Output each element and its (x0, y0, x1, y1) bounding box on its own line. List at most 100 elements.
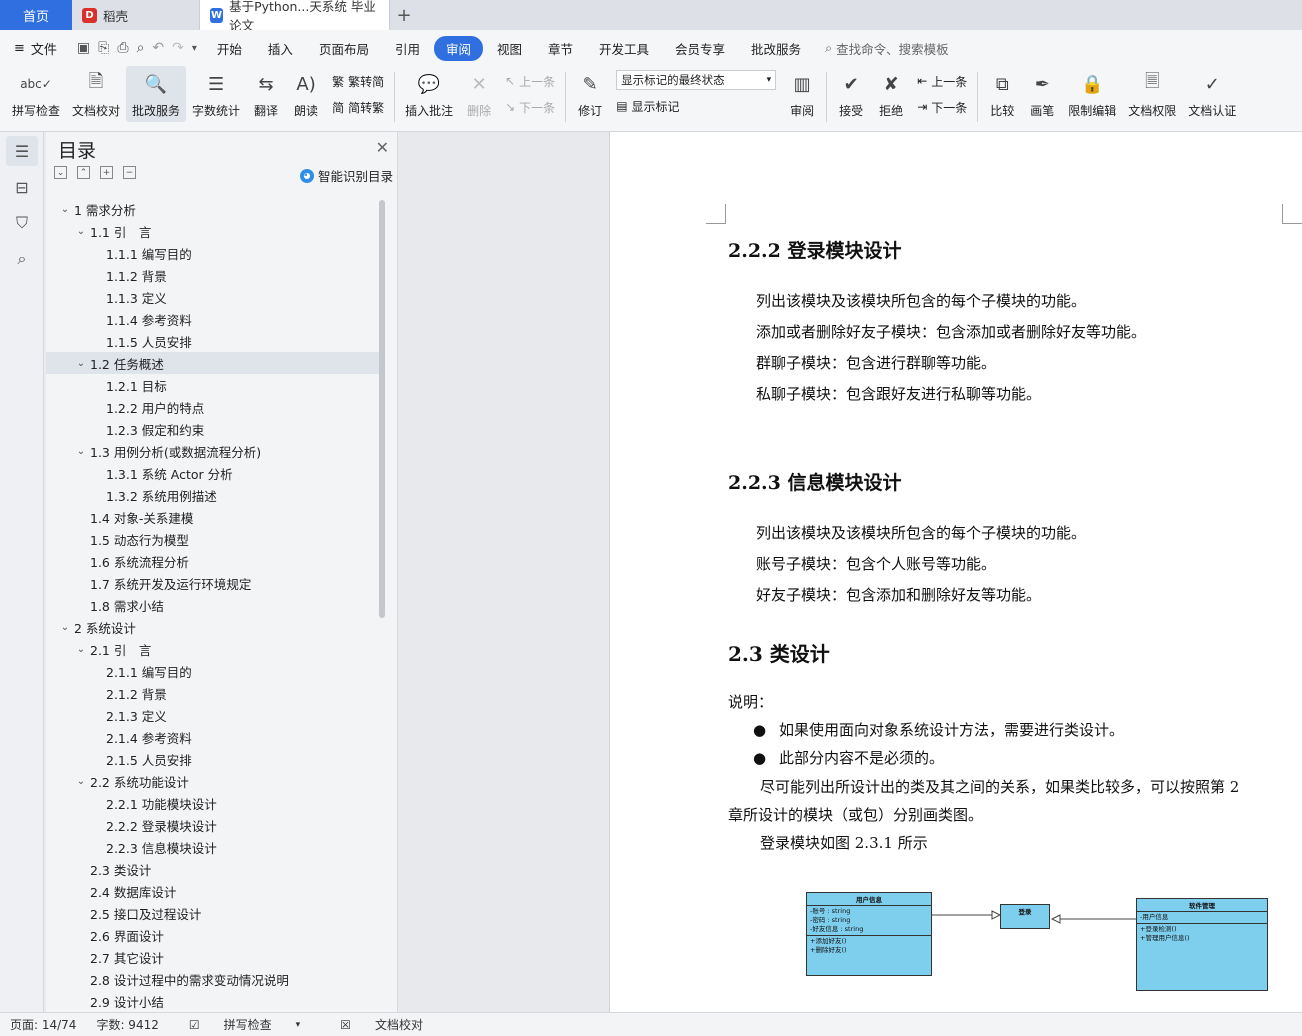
expand-level-icon[interactable]: ⌃ (77, 166, 90, 179)
toc-item[interactable]: 2.5 接口及过程设计 (46, 902, 382, 924)
toc-panel-icon[interactable]: ☰ (6, 136, 38, 166)
tab-chapter[interactable]: 章节 (536, 36, 585, 61)
chevron-down-icon[interactable]: ⌄ (58, 622, 72, 633)
read-aloud-button[interactable]: A) 朗读 (286, 66, 326, 122)
bookmark-icon[interactable]: ⛉ (6, 208, 38, 238)
smart-toc-button[interactable]: ◕ 智能识别目录 (299, 166, 393, 185)
tab-view[interactable]: 视图 (485, 36, 534, 61)
simp-to-trad-button[interactable]: 简 简转繁 (332, 95, 384, 119)
next-comment-button[interactable]: ↘ 下一条 (505, 95, 555, 119)
toc-item[interactable]: 1.1.4 参考资料 (46, 308, 382, 330)
page-indicator[interactable]: 页面: 14/74 (0, 1016, 86, 1033)
toc-item[interactable]: 1.1.2 背景 (46, 264, 382, 286)
toc-item[interactable]: 2.1.5 人员安排 (46, 748, 382, 770)
toc-item[interactable]: 1.2.2 用户的特点 (46, 396, 382, 418)
next-change-button[interactable]: ⇥ 下一条 (917, 95, 967, 119)
chevron-down-icon[interactable]: ⌄ (74, 644, 88, 655)
chevron-down-icon[interactable]: ⌄ (74, 776, 88, 787)
restrict-editing-button[interactable]: 🔒 限制编辑 (1062, 66, 1122, 122)
toc-item[interactable]: 1.2.3 假定和约束 (46, 418, 382, 440)
tab-developer[interactable]: 开发工具 (587, 36, 661, 61)
close-icon[interactable]: ✕ (376, 138, 389, 157)
undo-icon[interactable]: ↶ (152, 40, 164, 56)
toc-item[interactable]: 2.2.3 信息模块设计 (46, 836, 382, 858)
show-markup-button[interactable]: ▤ 显示标记 (616, 94, 776, 118)
accept-button[interactable]: ✔ 接受 (831, 66, 871, 122)
redo-icon[interactable]: ↷ (172, 40, 184, 56)
toc-item[interactable]: 2.4 数据库设计 (46, 880, 382, 902)
toc-item[interactable]: 1.4 对象-关系建模 (46, 506, 382, 528)
toc-item[interactable]: 1.1.1 编写目的 (46, 242, 382, 264)
file-menu[interactable]: ≡ 文件 (0, 39, 69, 58)
toc-item[interactable]: 2.3 类设计 (46, 858, 382, 880)
track-changes-button[interactable]: ✎ 修订 (570, 66, 610, 122)
toc-item[interactable]: ⌄ 2 系统设计 (46, 616, 382, 638)
toc-item[interactable]: 1.2.1 目标 (46, 374, 382, 396)
proofread-status[interactable]: ☒ 文档校对 (320, 1016, 443, 1033)
toc-item[interactable]: 1.7 系统开发及运行环境规定 (46, 572, 382, 594)
document-certify-button[interactable]: ✓ 文档认证 (1182, 66, 1242, 122)
toc-item[interactable]: 1.3.2 系统用例描述 (46, 484, 382, 506)
toc-item[interactable]: 2.9 设计小结 (46, 990, 382, 1012)
markup-state-select[interactable]: 显示标记的最终状态 ▾ (616, 70, 777, 90)
spellcheck-status[interactable]: ☑ 拼写检查 ▾ (169, 1016, 320, 1033)
toc-item[interactable]: 2.1.4 参考资料 (46, 726, 382, 748)
tab-start[interactable]: 开始 (205, 36, 254, 61)
chevron-down-icon[interactable]: ⌄ (74, 226, 88, 237)
compare-button[interactable]: ⧉ 比较 (982, 66, 1022, 122)
toc-item[interactable]: ⌄ 1.2 任务概述 (46, 352, 382, 374)
trad-to-simp-button[interactable]: 繁 繁转简 (332, 69, 384, 93)
add-heading-icon[interactable]: + (100, 166, 113, 179)
word-count-button[interactable]: ☰ 字数统计 (186, 66, 246, 122)
export-pdf-icon[interactable]: ⎘ (98, 40, 109, 56)
toc-item[interactable]: ⌄ 1.1 引 言 (46, 220, 382, 242)
tab-member[interactable]: 会员专享 (663, 36, 737, 61)
toc-item[interactable]: 2.1.2 背景 (46, 682, 382, 704)
insert-comment-button[interactable]: 💬 插入批注 (399, 66, 459, 122)
toc-item[interactable]: 2.1.3 定义 (46, 704, 382, 726)
reject-button[interactable]: ✘ 拒绝 (871, 66, 911, 122)
tab-insert[interactable]: 插入 (256, 36, 305, 61)
toc-item[interactable]: 1.1.3 定义 (46, 286, 382, 308)
tab-page-layout[interactable]: 页面布局 (307, 36, 381, 61)
collapse-all-icon[interactable]: ⌄ (54, 166, 67, 179)
toc-item[interactable]: 2.8 设计过程中的需求变动情况说明 (46, 968, 382, 990)
toc-item[interactable]: 2.2.2 登录模块设计 (46, 814, 382, 836)
prev-comment-button[interactable]: ↖ 上一条 (505, 69, 555, 93)
save-icon[interactable]: ▣ (77, 40, 90, 56)
toc-item[interactable]: 1.3.1 系统 Actor 分析 (46, 462, 382, 484)
toc-item[interactable]: 1.1.5 人员安排 (46, 330, 382, 352)
document-permission-button[interactable]: 🗏 文档权限 (1122, 66, 1182, 122)
document-page[interactable]: 2.2.2 登录模块设计 列出该模块及该模块所包含的每个子模块的功能。 添加或者… (609, 132, 1302, 1012)
tab-daoke[interactable]: D 稻壳 (72, 0, 200, 30)
toc-item[interactable]: 2.7 其它设计 (46, 946, 382, 968)
print-preview-icon[interactable]: ⌕ (137, 40, 145, 56)
toc-item[interactable]: ⌄ 2.2 系统功能设计 (46, 770, 382, 792)
toc-item[interactable]: ⌄ 1.3 用例分析(或数据流程分析) (46, 440, 382, 462)
toc-item[interactable]: 1.8 需求小结 (46, 594, 382, 616)
print-icon[interactable]: ⎙ (117, 40, 128, 56)
toc-item[interactable]: 1.6 系统流程分析 (46, 550, 382, 572)
search-icon[interactable]: ⌕ (6, 244, 38, 274)
chapter-nav-icon[interactable]: ⊟ (6, 172, 38, 202)
prev-change-button[interactable]: ⇤ 上一条 (917, 69, 967, 93)
tab-review[interactable]: 审阅 (433, 35, 483, 61)
new-tab-plus-icon[interactable]: + (390, 0, 418, 30)
command-search[interactable]: ⌕ 查找命令、搜索模板 (825, 39, 949, 58)
chevron-down-icon[interactable]: ⌄ (58, 204, 72, 215)
translate-button[interactable]: ⇆ 翻译 (246, 66, 286, 122)
tab-home[interactable]: 首页 (0, 0, 72, 30)
chevron-down-icon[interactable]: ⌄ (74, 358, 88, 369)
chevron-down-icon[interactable]: ▾ (192, 43, 197, 54)
spellcheck-button[interactable]: abc✓ 拼写检查 (6, 66, 66, 122)
tab-references[interactable]: 引用 (383, 36, 432, 61)
toc-item[interactable]: 2.1.1 编写目的 (46, 660, 382, 682)
toc-item[interactable]: ⌄ 1 需求分析 (46, 198, 382, 220)
remove-heading-icon[interactable]: − (123, 166, 136, 179)
chevron-down-icon[interactable]: ⌄ (74, 446, 88, 457)
tab-document[interactable]: W 基于Python...天系统 毕业论文 (200, 0, 390, 33)
tab-correction-service[interactable]: 批改服务 (739, 36, 813, 61)
delete-comment-button[interactable]: ✕ 删除 (459, 66, 499, 122)
proofread-button[interactable]: 🗎 文档校对 (66, 66, 126, 122)
word-count-indicator[interactable]: 字数: 9412 (86, 1016, 168, 1033)
